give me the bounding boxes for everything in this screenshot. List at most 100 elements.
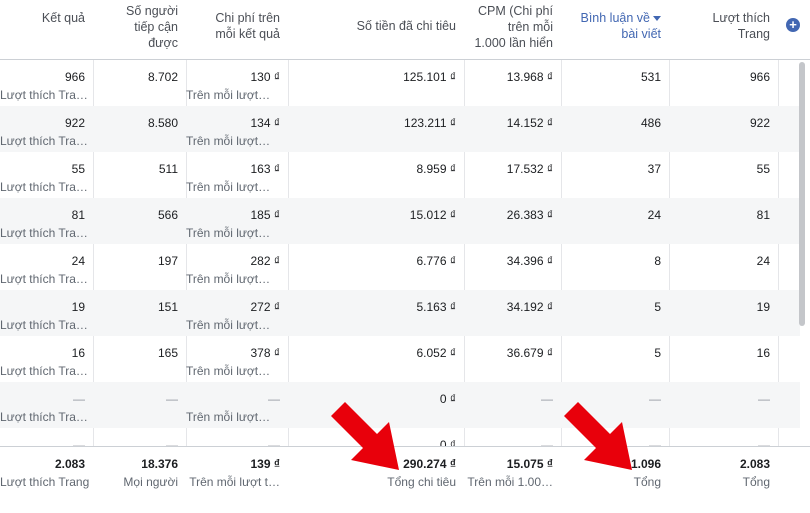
cell-results-value: 55 [71,162,85,176]
total-results: 2.083 Lượt thích Trang [0,447,93,513]
ads-report-table: Kết quả Số người tiếp cận được Chi phí t… [0,0,810,513]
col-header-comments-text1: Bình luận về [580,11,651,25]
table-row[interactable]: 19 Lượt thích Tra… 151 272 ₫ Trên mỗi lượt… 5… [0,290,800,336]
cell-results-value: 19 [71,300,85,314]
cell-page-likes: 966 [669,60,778,106]
cell-results-value: 16 [71,346,85,360]
total-cpm-value: 15.075 ₫ [506,457,553,471]
cell-cost-per-result-value: 378 ₫ [250,346,280,360]
cell-cost-per-result: 282 ₫ Trên mỗi lượt… [186,244,288,290]
cell-amount-spent-value: 6.052 ₫ [416,346,456,360]
col-header-cpm[interactable]: CPM (Chi phí trên mỗi 1.000 lần hiển [464,0,561,59]
total-results-value: 2.083 [54,457,85,471]
cell-amount-spent-value: 5.163 ₫ [416,300,456,314]
col-header-post-comments[interactable]: Bình luận về bài viết [561,0,669,59]
red-arrow-icon [564,402,632,470]
cell-reach-value: 566 [157,208,178,222]
total-cpm-sub: Trên mỗi 1.00… [467,475,553,489]
cell-post-comments: 8 [561,244,669,290]
cell-cpm-value: 13.968 ₫ [506,70,553,84]
cell-cost-per-result-subtitle: Trên mỗi lượt… [186,272,271,286]
cell-reach: 566 [93,198,186,244]
total-results-sub: Lượt thích Trang [0,475,90,489]
cell-page-likes-value: 81 [756,208,770,222]
cell-post-comments: 486 [561,106,669,152]
col-header-comments-line2: bài viết [621,27,661,41]
cell-post-comments: 37 [561,152,669,198]
table-row[interactable]: 81 Lượt thích Tra… 566 185 ₫ Trên mỗi lượt… 1… [0,198,800,244]
cell-cpm: 17.532 ₫ [464,152,561,198]
cell-reach: 197 [93,244,186,290]
cell-reach: 151 [93,290,186,336]
col-header-results[interactable]: Kết quả [0,0,93,59]
cell-post-comments-value: 8 [654,254,661,268]
cell-cost-per-result-value: 185 ₫ [250,208,280,222]
cell-page-likes: — [669,382,778,428]
col-header-cpr-line1: Chi phí trên [215,11,280,25]
total-cpr-sub: Trên mỗi lượt t… [189,475,280,489]
total-likes-sub: Tổng [742,475,770,489]
cell-cost-per-result: — Trên mỗi lượt… [186,382,288,428]
table-row[interactable]: 16 Lượt thích Tra… 165 378 ₫ Trên mỗi lượt… 6… [0,336,800,382]
cell-amount-spent: 5.163 ₫ [288,290,464,336]
cell-cost-per-result: 185 ₫ Trên mỗi lượt… [186,198,288,244]
col-header-page-likes[interactable]: Lượt thích Trang [669,0,778,59]
cell-cost-per-result-value: — [268,392,280,406]
cell-page-likes: 81 [669,198,778,244]
cell-results-subtitle: Lượt thích Tra… [0,134,88,148]
cell-reach: 8.580 [93,106,186,152]
col-header-reach-line2: tiếp cận [134,20,178,34]
table-row[interactable]: 24 Lượt thích Tra… 197 282 ₫ Trên mỗi lượt… 6… [0,244,800,290]
cell-results: — Lượt thích Tra… [0,382,93,428]
cell-post-comments: 531 [561,60,669,106]
total-reach-value: 18.376 [141,457,178,471]
col-header-amount-spent[interactable]: Số tiền đã chi tiêu [288,0,464,59]
cell-cost-per-result: 134 ₫ Trên mỗi lượt… [186,106,288,152]
cell-results-subtitle: Lượt thích Tra… [0,88,88,102]
total-cpm: 15.075 ₫ Trên mỗi 1.00… [464,447,561,513]
table-row[interactable]: 55 Lượt thích Tra… 511 163 ₫ Trên mỗi lượt… 8… [0,152,800,198]
cell-page-likes: 24 [669,244,778,290]
cell-amount-spent: 15.012 ₫ [288,198,464,244]
cell-cpm-value: 14.152 ₫ [506,116,553,130]
cell-reach: — [93,382,186,428]
cell-page-likes-value: 966 [749,70,770,84]
cell-results: 81 Lượt thích Tra… [0,198,93,244]
cell-page-likes-value: 19 [756,300,770,314]
table-header: Kết quả Số người tiếp cận được Chi phí t… [0,0,810,60]
cell-cpm-value: 26.383 ₫ [506,208,553,222]
cell-cost-per-result: 163 ₫ Trên mỗi lượt… [186,152,288,198]
cell-cost-per-result-subtitle: Trên mỗi lượt… [186,134,271,148]
col-header-likes-line1: Lượt thích [712,11,770,25]
table-row[interactable]: 922 Lượt thích Tra… 8.580 134 ₫ Trên mỗi lượ… [0,106,800,152]
cell-cost-per-result-subtitle: Trên mỗi lượt… [186,410,271,424]
cell-results-value: 922 [64,116,85,130]
plus-circle-icon[interactable]: + [786,18,800,32]
cell-reach-value: — [166,392,178,406]
col-header-comments-line1: Bình luận về [561,10,661,26]
cell-amount-spent: 123.211 ₫ [288,106,464,152]
col-header-spent-label: Số tiền đã chi tiêu [356,19,456,33]
cell-cpm: 34.396 ₫ [464,244,561,290]
col-header-cost-per-result[interactable]: Chi phí trên mỗi kết quả [186,0,288,59]
cell-page-likes: 922 [669,106,778,152]
cell-cpm-value: 34.192 ₫ [506,300,553,314]
cell-cpm: 13.968 ₫ [464,60,561,106]
cell-cost-per-result: 130 ₫ Trên mỗi lượt… [186,60,288,106]
table-row[interactable]: 966 Lượt thích Tra… 8.702 130 ₫ Trên mỗi lượ… [0,60,800,106]
cell-post-comments-value: 5 [654,346,661,360]
cell-results-subtitle: Lượt thích Tra… [0,318,88,332]
cell-post-comments-value: 5 [654,300,661,314]
cell-results-value: 24 [71,254,85,268]
total-reach: 18.376 Mọi người [93,447,186,513]
col-header-cpm-line2: trên mỗi [507,20,553,34]
cell-reach-value: 197 [157,254,178,268]
cell-results: 966 Lượt thích Tra… [0,60,93,106]
cell-results-subtitle: Lượt thích Tra… [0,410,88,424]
cell-cost-per-result-value: 282 ₫ [250,254,280,268]
col-header-cpm-line1: CPM (Chi phí [477,4,553,18]
scrollbar-thumb[interactable] [799,62,805,326]
col-header-reach[interactable]: Số người tiếp cận được [93,0,186,59]
col-header-results-label: Kết quả [41,11,85,25]
cell-post-comments-value: 37 [647,162,661,176]
